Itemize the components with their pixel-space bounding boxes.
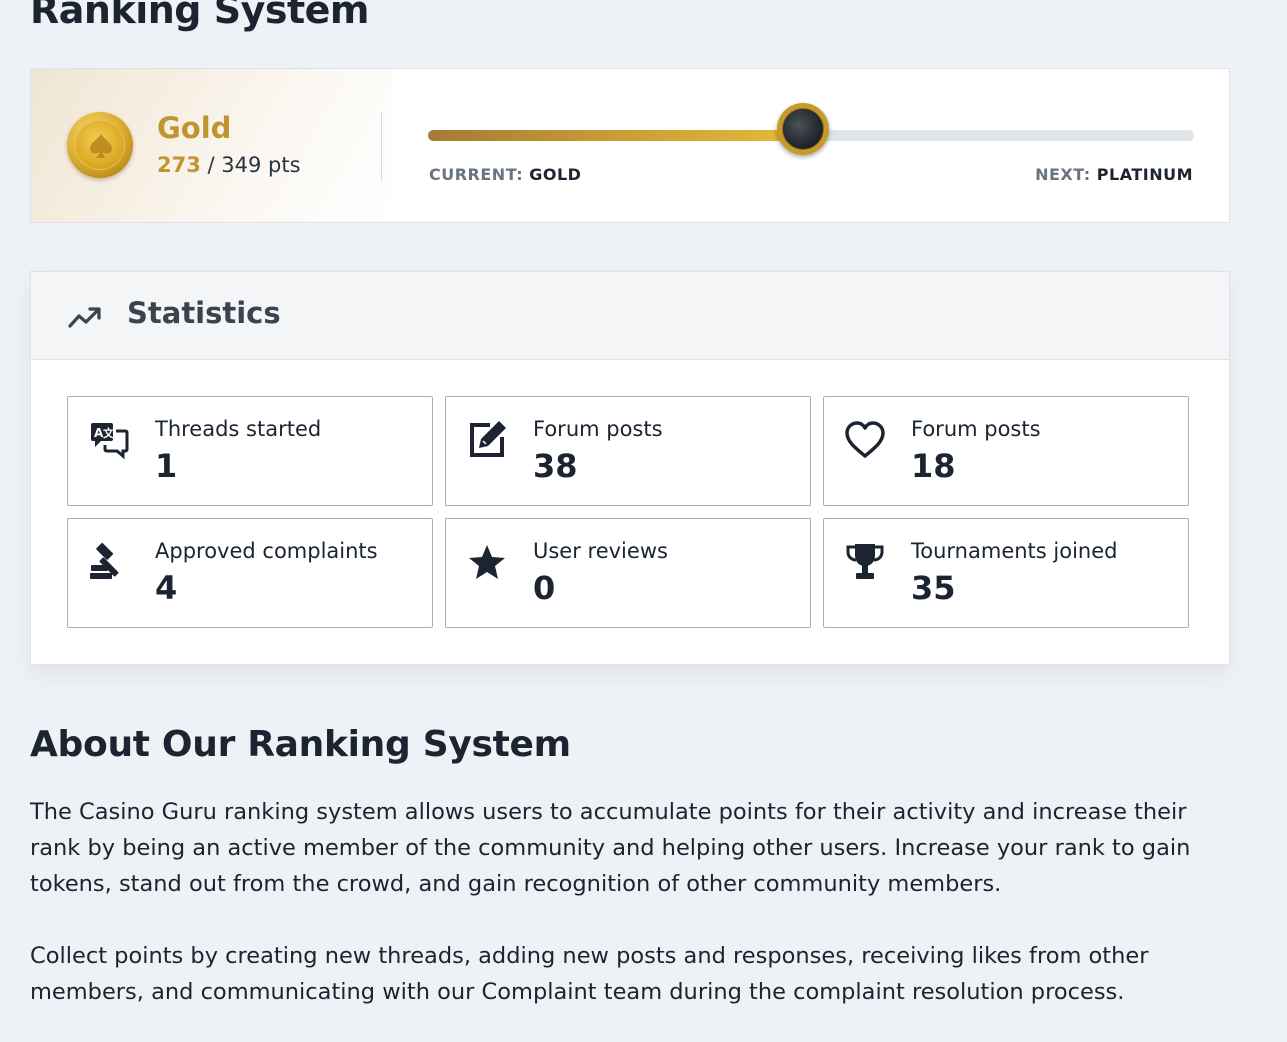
next-rank-label: NEXT: PLATINUM xyxy=(1035,165,1193,184)
trophy-icon xyxy=(844,541,886,583)
next-rank-key: NEXT: xyxy=(1035,165,1097,184)
stat-forum-posts: Forum posts 38 xyxy=(445,396,811,506)
trending-up-icon xyxy=(67,302,103,334)
statistics-card: Statistics A 文 Threads started 1 Forum p… xyxy=(30,271,1230,665)
stat-value: 38 xyxy=(533,447,578,485)
stat-forum-likes: Forum posts 18 xyxy=(823,396,1189,506)
stat-label: Forum posts xyxy=(911,417,1041,441)
current-rank-value: GOLD xyxy=(529,165,582,184)
rank-card: Gold 273 / 349 pts CURRENT: GOLD NEXT: P… xyxy=(30,68,1230,223)
edit-icon xyxy=(466,419,508,461)
stat-threads-started: A 文 Threads started 1 xyxy=(67,396,433,506)
rank-progress-track xyxy=(428,103,1194,155)
rank-name: Gold xyxy=(157,111,232,145)
stat-label: Threads started xyxy=(155,417,322,441)
svg-text:文: 文 xyxy=(103,426,115,440)
stat-approved-complaints: Approved complaints 4 xyxy=(67,518,433,628)
user-avatar xyxy=(782,108,825,150)
heart-icon xyxy=(844,419,886,461)
rank-progress-fill xyxy=(428,130,804,141)
points-separator: / xyxy=(200,153,222,177)
gavel-icon xyxy=(88,541,130,583)
star-icon xyxy=(466,541,508,583)
stat-value: 18 xyxy=(911,447,956,485)
stat-label: Forum posts xyxy=(533,417,663,441)
about-title: About Our Ranking System xyxy=(30,724,571,765)
stat-label: Approved complaints xyxy=(155,539,378,563)
stat-user-reviews: User reviews 0 xyxy=(445,518,811,628)
points-current: 273 xyxy=(157,153,201,177)
statistics-header: Statistics xyxy=(31,272,1229,360)
stat-value: 4 xyxy=(155,569,178,607)
stat-label: Tournaments joined xyxy=(911,539,1118,563)
stat-label: User reviews xyxy=(533,539,668,563)
page-title: Ranking System xyxy=(30,0,370,32)
rank-progress-knob xyxy=(777,103,830,155)
current-rank-label: CURRENT: GOLD xyxy=(429,165,581,184)
rank-points: 273 / 349 pts xyxy=(157,153,301,177)
next-rank-value: PLATINUM xyxy=(1096,165,1193,184)
stat-value: 35 xyxy=(911,569,956,607)
stat-tournaments-joined: Tournaments joined 35 xyxy=(823,518,1189,628)
stat-value: 1 xyxy=(155,447,178,485)
translate-chat-icon: A 文 xyxy=(88,419,130,461)
about-paragraph: The Casino Guru ranking system allows us… xyxy=(30,799,1191,897)
statistics-title: Statistics xyxy=(127,296,281,330)
current-rank-key: CURRENT: xyxy=(429,165,530,184)
points-total: 349 pts xyxy=(221,153,301,177)
rank-divider xyxy=(381,112,382,181)
about-paragraph: Collect points by creating new threads, … xyxy=(30,943,1149,1005)
spade-medal-icon xyxy=(67,112,133,178)
stat-value: 0 xyxy=(533,569,556,607)
